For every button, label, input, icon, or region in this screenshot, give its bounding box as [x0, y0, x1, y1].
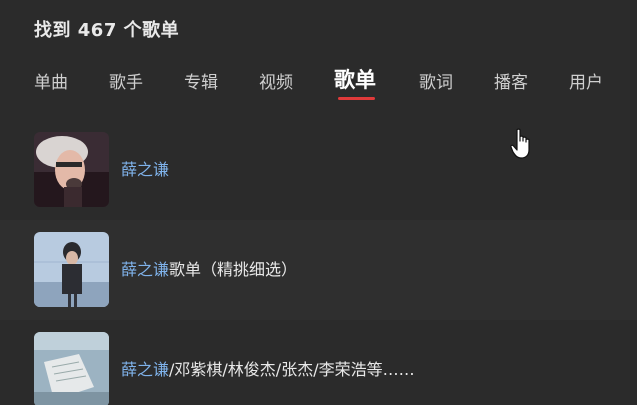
- playlist-title-rest: /邓紫棋/林俊杰/张杰/李荣浩等……: [169, 360, 415, 379]
- keyword-highlight: 薛之谦: [121, 260, 170, 279]
- hand-pointer-icon: [510, 128, 534, 160]
- result-type-tabs: 单曲 歌手 专辑 视频 歌单 歌词 播客 用户: [34, 68, 637, 108]
- playlist-title[interactable]: 薛之谦/邓紫棋/林俊杰/张杰/李荣浩等……: [121, 320, 415, 405]
- list-item[interactable]: 薛之谦歌单（精挑细选）: [0, 220, 637, 320]
- list-item[interactable]: 薛之谦/邓紫棋/林俊杰/张杰/李荣浩等……: [0, 320, 637, 405]
- results-count-title: 找到 467 个歌单: [34, 20, 180, 41]
- tab-playlists[interactable]: 歌单: [334, 64, 376, 94]
- tab-songs[interactable]: 单曲: [34, 68, 68, 93]
- playlist-results-list: 薛之谦 薛之谦歌单（精挑细选） 薛之谦/邓紫棋/林俊杰/张杰/李荣浩等……: [0, 120, 637, 405]
- playlist-cover-image: [34, 332, 109, 405]
- tab-artists[interactable]: 歌手: [109, 68, 143, 93]
- playlist-title-rest: 歌单（精挑细选）: [169, 260, 298, 279]
- list-item[interactable]: 薛之谦: [0, 120, 637, 220]
- active-tab-indicator: [338, 97, 375, 100]
- playlist-cover-image: [34, 232, 109, 307]
- keyword-highlight: 薛之谦: [121, 160, 170, 179]
- playlist-title[interactable]: 薛之谦: [121, 120, 169, 220]
- keyword-highlight: 薛之谦: [121, 360, 170, 379]
- tab-videos[interactable]: 视频: [259, 68, 293, 93]
- tab-podcasts[interactable]: 播客: [494, 68, 528, 93]
- playlist-cover-image: [34, 132, 109, 207]
- search-results-page: 找到 467 个歌单 单曲 歌手 专辑 视频 歌单 歌词 播客 用户 薛之谦 薛…: [0, 0, 637, 405]
- tab-users[interactable]: 用户: [569, 68, 603, 93]
- playlist-title[interactable]: 薛之谦歌单（精挑细选）: [121, 220, 297, 320]
- tab-albums[interactable]: 专辑: [184, 68, 218, 93]
- tab-lyrics[interactable]: 歌词: [419, 68, 453, 93]
